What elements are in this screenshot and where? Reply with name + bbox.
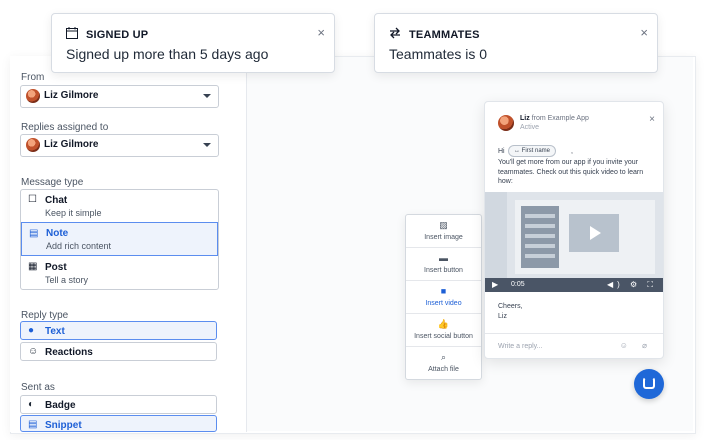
video-camera-icon: ■ [440, 286, 447, 296]
video-settings-icons[interactable]: ◀) ⚙ ⛶ [607, 280, 657, 290]
reply-composer[interactable]: Write a reply... ☺ ⌀ [485, 333, 663, 359]
option-subtitle: Tell a story [45, 275, 89, 285]
image-icon: ▨ [439, 220, 448, 230]
calendar-icon [66, 27, 78, 39]
from-select[interactable]: Liz Gilmore [20, 85, 219, 108]
swap-arrows-icon [390, 27, 400, 39]
reply-type-reactions[interactable]: ☺ Reactions [20, 342, 217, 361]
sent-as-badge[interactable]: ◐ Badge [20, 395, 217, 414]
option-subtitle: Add rich content [46, 241, 112, 251]
message-type-chat[interactable]: ☐ Chat Keep it simple [21, 190, 218, 222]
snippet-icon: ▤ [28, 419, 38, 430]
sent-as-label: Sent as [21, 382, 55, 393]
option-subtitle: Keep it simple [45, 208, 102, 218]
toast-body: Teammates is 0 [389, 46, 488, 62]
replies-select[interactable]: Liz Gilmore [20, 134, 219, 157]
first-name-attribute[interactable]: ↔ First name [508, 145, 557, 157]
replies-label: Replies assigned to [21, 122, 109, 133]
video-panel [521, 206, 559, 268]
badge-icon: ◐ [28, 399, 35, 410]
attach-file-button[interactable]: ⌕ Attach file [406, 347, 481, 380]
insert-image-button[interactable]: ▨ Insert image [406, 215, 481, 248]
thumbs-up-icon: 👍 [437, 319, 450, 329]
option-title: Text [45, 326, 65, 337]
message-type-label: Message type [21, 177, 84, 188]
toast-title: SIGNED UP [86, 29, 149, 41]
reply-type-text[interactable]: ● Text [20, 321, 217, 340]
message-type-group: ☐ Chat Keep it simple ▤ Note Add rich co… [20, 189, 219, 290]
option-title: Chat [45, 195, 68, 206]
signed-up-toast: SIGNED UP Signed up more than 5 days ago… [51, 13, 335, 73]
avatar [26, 138, 40, 152]
messenger-launcher-icon[interactable] [634, 369, 664, 399]
sender-status: Active [520, 124, 540, 131]
message-type-note[interactable]: ▤ Note Add rich content [21, 222, 218, 256]
note-icon: ▤ [29, 228, 39, 239]
avatar [26, 89, 40, 103]
signature: Liz [498, 313, 507, 320]
sent-as-snippet[interactable]: ▤ Snippet [20, 415, 217, 432]
teammates-toast: TEAMMATES Teammates is 0 × [374, 13, 658, 73]
option-title: Note [46, 228, 69, 239]
sender-app: from Example App [531, 115, 589, 122]
option-title: Snippet [45, 420, 82, 431]
insert-toolbar: ▨ Insert image ▬ Insert button ■ Insert … [405, 214, 482, 380]
insert-video-button[interactable]: ■ Insert video [406, 281, 481, 314]
tool-label: Insert image [424, 234, 463, 241]
video-time: 0:05 [511, 281, 525, 288]
close-icon[interactable]: × [649, 114, 655, 125]
tool-label: Insert video [425, 300, 462, 307]
option-title: Reactions [45, 347, 93, 358]
toast-body: Signed up more than 5 days ago [66, 46, 269, 62]
greeting: Hi [498, 148, 505, 155]
video-embed[interactable]: ▶ 0:05 ◀) ⚙ ⛶ [485, 192, 663, 292]
signoff: Cheers, [498, 303, 523, 310]
chevron-down-icon [203, 143, 211, 147]
chat-bubble-icon: ● [28, 325, 35, 336]
reply-type-label: Reply type [21, 310, 69, 321]
option-title: Post [45, 262, 67, 273]
sender-name: Liz [520, 115, 530, 122]
message-preview: Liz from Example App Active × Hi ↔ First… [484, 101, 664, 359]
button-icon: ▬ [439, 253, 448, 263]
replies-value: Liz Gilmore [44, 139, 99, 150]
insert-social-button[interactable]: 👍 Insert social button [406, 314, 481, 347]
close-icon[interactable]: × [317, 25, 325, 40]
play-button-icon[interactable]: ▶ [492, 280, 498, 289]
video-frame [515, 200, 655, 274]
tool-label: Insert button [424, 267, 463, 274]
smiley-icon: ☺ [28, 346, 39, 357]
reply-input[interactable]: Write a reply... [498, 343, 542, 350]
chevron-down-icon [203, 94, 211, 98]
close-icon[interactable]: × [640, 25, 648, 40]
tool-label: Insert social button [414, 333, 473, 340]
avatar [498, 115, 514, 131]
message-body: You'll get more from our app if you invi… [498, 159, 644, 185]
paperclip-icon: ⌕ [440, 352, 447, 362]
greeting-comma: , [571, 148, 573, 155]
from-label: From [21, 72, 45, 83]
message-type-post[interactable]: ▦ Post Tell a story [21, 256, 218, 289]
option-title: Badge [45, 400, 76, 411]
post-icon: ▦ [28, 261, 38, 272]
insert-button-button[interactable]: ▬ Insert button [406, 248, 481, 281]
emoji-attach-icons[interactable]: ☺ ⌀ [620, 341, 653, 350]
sender-line: Liz from Example App [520, 115, 589, 122]
from-value: Liz Gilmore [44, 90, 99, 101]
tool-label: Attach file [428, 366, 459, 373]
video-controls: ▶ 0:05 ◀) ⚙ ⛶ [485, 278, 663, 292]
play-icon[interactable] [569, 214, 619, 252]
video-sidebar [485, 192, 507, 278]
toast-title: TEAMMATES [409, 29, 480, 41]
chat-icon: ☐ [28, 194, 37, 205]
